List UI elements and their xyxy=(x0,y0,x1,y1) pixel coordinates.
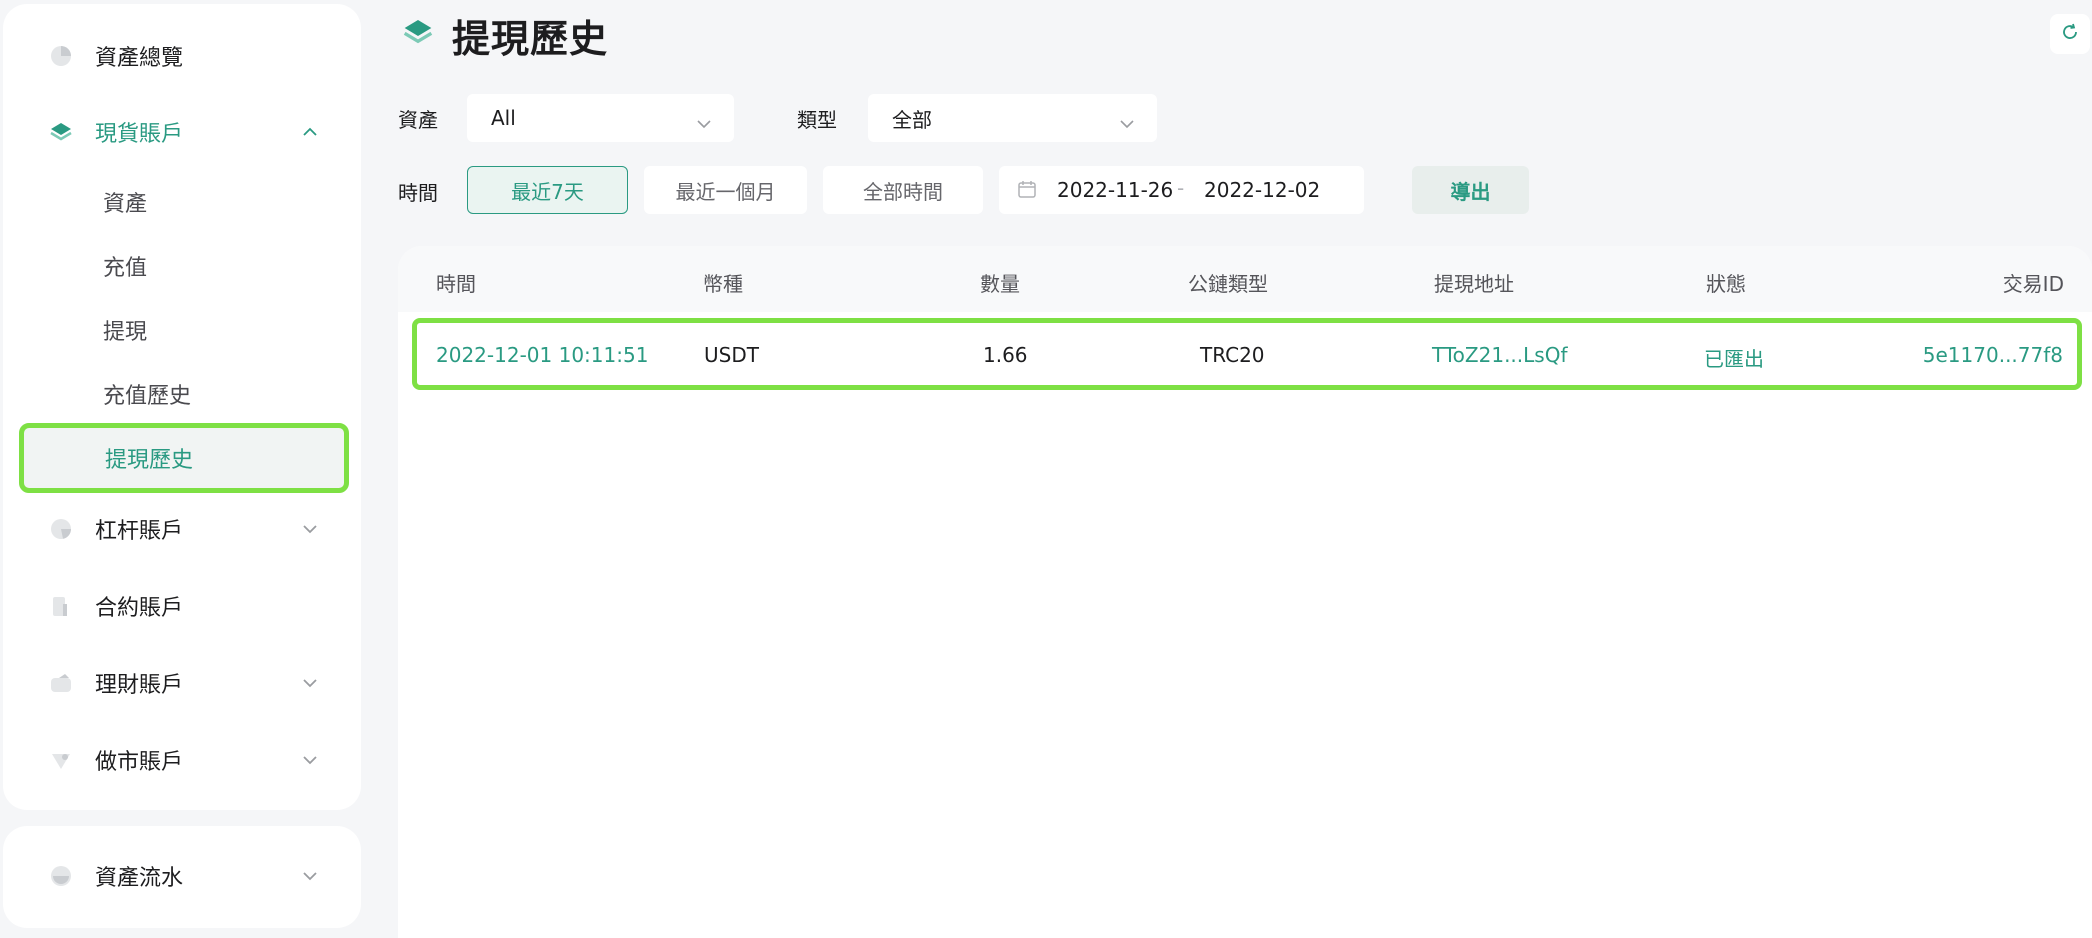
chevron-down-icon xyxy=(696,110,712,134)
sub-item-deposit-history[interactable]: 充值歷史 xyxy=(17,362,347,426)
nav-label: 杠杆賬戶 xyxy=(95,519,184,544)
calendar-icon xyxy=(1017,179,1037,204)
refresh-button[interactable] xyxy=(2050,14,2090,54)
column-header-status: 狀態 xyxy=(1706,272,1746,296)
pie-chart-icon xyxy=(48,43,74,69)
sub-label: 提現 xyxy=(103,320,148,345)
nav-market-maker-account[interactable]: 做市賬戶 xyxy=(3,732,361,788)
sub-item-deposit[interactable]: 充值 xyxy=(17,234,347,298)
cell-time: 2022-12-01 10:11:51 xyxy=(436,343,649,367)
nav-finance-account[interactable]: 理財賬戶 xyxy=(3,655,361,711)
column-header-amount: 數量 xyxy=(980,272,1020,296)
layers-icon xyxy=(48,119,74,145)
pie-icon xyxy=(48,516,74,542)
cell-chain: TRC20 xyxy=(1200,343,1265,367)
type-select[interactable]: 全部 xyxy=(868,94,1157,142)
column-header-chain: 公鏈類型 xyxy=(1188,272,1268,296)
asset-select-value: All xyxy=(491,106,516,130)
column-header-address: 提現地址 xyxy=(1434,272,1514,296)
asset-select[interactable]: All xyxy=(467,94,734,142)
sub-label: 充值 xyxy=(103,256,148,281)
sub-label: 充值歷史 xyxy=(103,384,192,409)
table-header: 時間 幣種 數量 公鏈類型 提現地址 狀態 交易ID xyxy=(398,246,2092,312)
table-row[interactable]: 2022-12-01 10:11:51 USDT 1.66 TRC20 TToZ… xyxy=(412,318,2082,390)
type-filter-label: 類型 xyxy=(797,108,837,132)
sub-label: 提現歷史 xyxy=(105,448,194,473)
column-header-txid: 交易ID xyxy=(2002,272,2064,296)
chevron-down-icon[interactable] xyxy=(301,520,319,538)
type-select-value: 全部 xyxy=(892,107,932,132)
nav-label: 合約賬戶 xyxy=(95,596,184,621)
bar-chart-icon xyxy=(48,593,74,619)
cell-status: 已匯出 xyxy=(1704,347,1764,371)
time-last-7-days-button[interactable]: 最近7天 xyxy=(467,166,628,214)
export-button[interactable]: 導出 xyxy=(1412,166,1529,214)
cell-address-link[interactable]: TToZ21...LsQf xyxy=(1432,343,1568,367)
nav-label: 資產流水 xyxy=(95,866,184,891)
column-header-currency: 幣種 xyxy=(703,272,743,296)
date-end[interactable]: 2022-12-02 xyxy=(1204,178,1320,202)
layers-icon xyxy=(402,16,434,52)
sidebar: 資產總覽 現貨賬戶 資產 充值 提現 充值歷史 提現歷史 杠杆賬戶 合約賬戶 理… xyxy=(3,4,361,810)
cell-amount: 1.66 xyxy=(983,343,1028,367)
sidebar-bottom: 資產流水 xyxy=(3,826,361,928)
nav-label: 現貨賬戶 xyxy=(95,122,184,147)
refresh-icon xyxy=(2060,22,2080,46)
page-title: 提現歷史 xyxy=(452,17,609,61)
nav-asset-overview[interactable]: 資產總覽 xyxy=(3,28,361,84)
diamond-icon xyxy=(48,747,74,773)
column-header-time: 時間 xyxy=(436,272,476,296)
sub-item-assets[interactable]: 資產 xyxy=(17,170,347,234)
nav-asset-flow[interactable]: 資產流水 xyxy=(3,848,361,904)
date-range-picker[interactable]: 2022-11-26 - 2022-12-02 xyxy=(999,166,1364,214)
withdraw-history-table: 時間 幣種 數量 公鏈類型 提現地址 狀態 交易ID 2022-12-01 10… xyxy=(398,246,2092,938)
bowl-icon xyxy=(48,863,74,889)
nav-spot-account[interactable]: 現貨賬戶 xyxy=(3,104,361,160)
time-all-button[interactable]: 全部時間 xyxy=(823,166,983,214)
asset-filter-label: 資產 xyxy=(398,108,438,132)
chevron-down-icon xyxy=(1119,110,1135,134)
chevron-up-icon[interactable] xyxy=(301,123,319,141)
sub-item-withdraw[interactable]: 提現 xyxy=(17,298,347,362)
nav-label: 資產總覽 xyxy=(95,46,184,71)
chevron-down-icon[interactable] xyxy=(301,751,319,769)
cell-txid-link[interactable]: 5e1170...77f8 xyxy=(1923,343,2063,367)
nav-futures-account[interactable]: 合約賬戶 xyxy=(3,578,361,634)
chevron-down-icon[interactable] xyxy=(301,867,319,885)
nav-label: 理財賬戶 xyxy=(95,673,184,698)
time-last-month-button[interactable]: 最近一個月 xyxy=(644,166,807,214)
nav-label: 做市賬戶 xyxy=(95,750,184,775)
nav-margin-account[interactable]: 杠杆賬戶 xyxy=(3,501,361,557)
chevron-down-icon[interactable] xyxy=(301,674,319,692)
date-separator: - xyxy=(1177,176,1185,200)
date-start[interactable]: 2022-11-26 xyxy=(1057,178,1173,202)
wallet-icon xyxy=(48,670,74,696)
sub-label: 資產 xyxy=(103,192,148,217)
sub-item-withdraw-history[interactable]: 提現歷史 xyxy=(19,423,349,493)
time-filter-label: 時間 xyxy=(398,181,438,205)
cell-currency: USDT xyxy=(704,343,759,367)
